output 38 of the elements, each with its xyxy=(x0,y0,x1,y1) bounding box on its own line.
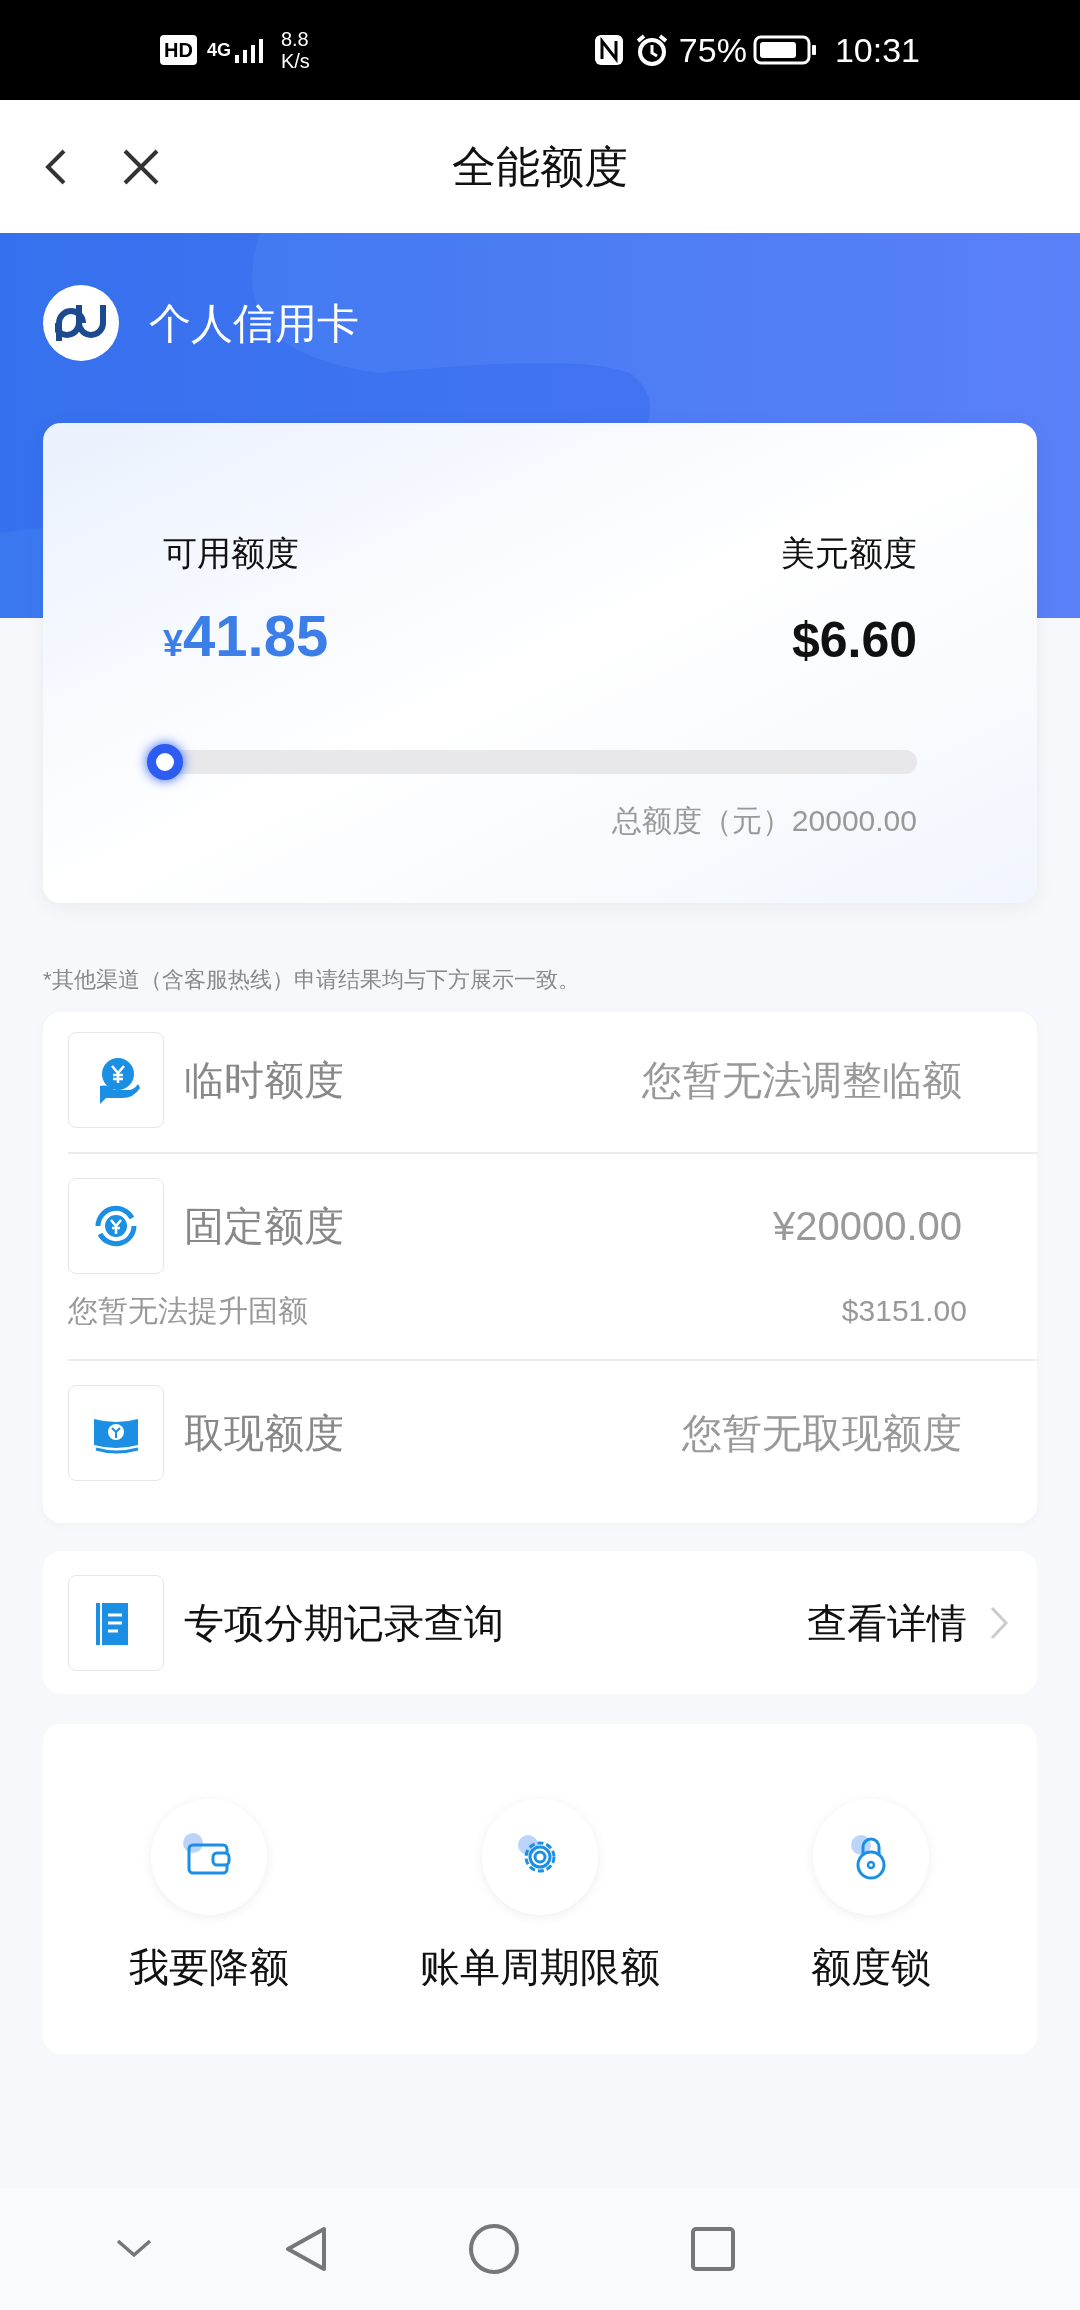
home-circle-icon[interactable] xyxy=(468,2223,520,2275)
nfc-icon xyxy=(592,33,625,67)
limit-value: 您暂无取现额度 xyxy=(682,1410,962,1457)
alarm-icon xyxy=(634,33,669,67)
chevron-right-icon xyxy=(989,1604,1009,1641)
battery-icon xyxy=(752,34,817,66)
network-type: 4G xyxy=(206,38,231,62)
limit-value: 您暂无法调整临额 xyxy=(642,1057,962,1104)
recents-square-icon[interactable] xyxy=(690,2226,736,2272)
usd-label: 美元额度 xyxy=(781,533,917,574)
action-label: 我要降额 xyxy=(128,1944,289,1991)
available-label: 可用额度 xyxy=(163,533,299,574)
action-button[interactable]: 额度锁 xyxy=(705,1799,1037,1997)
limit-label: 取现额度 xyxy=(184,1410,344,1457)
installment-label: 专项分期记录查询 xyxy=(184,1599,504,1647)
network-speed: 8.8 xyxy=(280,28,310,50)
battery-percent: 75% xyxy=(678,29,747,71)
installment-row[interactable]: 专项分期记录查询 查看详情 xyxy=(43,1551,1037,1694)
available-amount: ¥41.85 xyxy=(163,607,329,665)
limit-note: 您暂无法提升固额 xyxy=(68,1293,308,1329)
clock: 10:31 xyxy=(834,29,920,71)
disclaimer-note: *其他渠道（含客服热线）申请结果均与下方展示一致。 xyxy=(43,966,581,994)
hd-badge: HD xyxy=(160,35,197,65)
page-title: 全能额度 xyxy=(452,140,628,193)
action-label: 额度锁 xyxy=(811,1944,932,1991)
action-button[interactable]: 我要降额 xyxy=(43,1799,375,1997)
card-title: 个人信用卡 xyxy=(149,298,359,349)
back-triangle-icon[interactable] xyxy=(284,2225,328,2273)
usd-limit: $3151.00 xyxy=(841,1293,967,1329)
action-label: 账单周期限额 xyxy=(420,1944,660,1991)
total-limit: 总额度（元）20000.00 xyxy=(611,803,917,839)
action-button[interactable]: 账单周期限额 xyxy=(374,1799,706,1997)
limit-label: 临时额度 xyxy=(184,1057,344,1104)
speed-unit: K/s xyxy=(280,50,310,72)
view-details-link[interactable]: 查看详情 xyxy=(807,1592,967,1653)
limit-value: ¥20000.00 xyxy=(772,1203,962,1250)
usd-amount: $6.60 xyxy=(791,615,917,665)
limit-label: 固定额度 xyxy=(184,1203,344,1250)
